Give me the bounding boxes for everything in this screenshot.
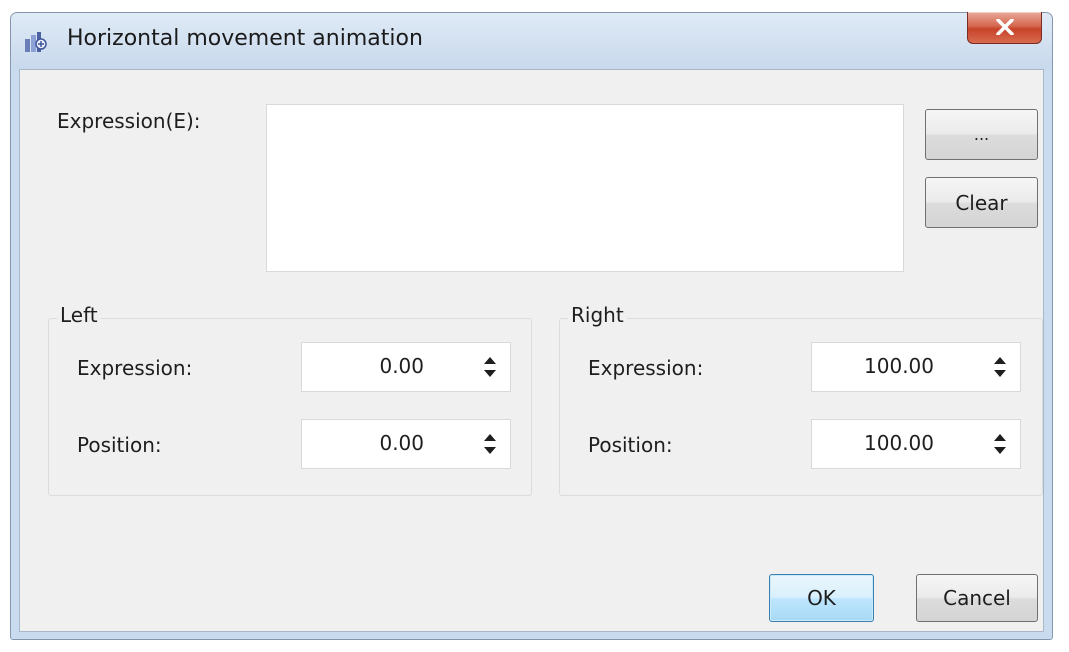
spin-arrows-icon[interactable] [482, 354, 498, 380]
right-expression-value: 100.00 [864, 354, 934, 378]
cancel-button[interactable]: Cancel [916, 574, 1038, 622]
right-expression-label: Expression: [588, 356, 704, 380]
title-bar[interactable]: Horizontal movement animation [11, 13, 1052, 69]
expression-textarea[interactable] [266, 104, 904, 272]
close-button[interactable] [967, 12, 1042, 44]
left-expression-label: Expression: [77, 356, 193, 380]
spin-arrows-icon[interactable] [482, 431, 498, 457]
ok-button[interactable]: OK [769, 574, 874, 622]
right-position-label: Position: [588, 433, 673, 457]
left-expression-spinbox[interactable]: 0.00 [301, 342, 511, 392]
right-position-spinbox[interactable]: 100.00 [811, 419, 1021, 469]
right-expression-spinbox[interactable]: 100.00 [811, 342, 1021, 392]
dialog-window: Horizontal movement animation Expression… [10, 12, 1053, 640]
app-icon [24, 30, 48, 54]
left-group-title: Left [57, 303, 101, 327]
close-icon [996, 19, 1014, 35]
expression-label: Expression(E): [57, 109, 201, 133]
dialog-body: Expression(E): ... Clear Left Expression… [19, 69, 1044, 632]
left-position-label: Position: [77, 433, 162, 457]
left-expression-value: 0.00 [379, 354, 424, 378]
right-position-value: 100.00 [864, 431, 934, 455]
window-title: Horizontal movement animation [67, 26, 423, 51]
clear-button[interactable]: Clear [925, 177, 1038, 228]
spin-arrows-icon[interactable] [992, 431, 1008, 457]
spin-arrows-icon[interactable] [992, 354, 1008, 380]
left-position-value: 0.00 [379, 431, 424, 455]
browse-button[interactable]: ... [925, 109, 1038, 160]
right-group-title: Right [568, 303, 627, 327]
left-position-spinbox[interactable]: 0.00 [301, 419, 511, 469]
